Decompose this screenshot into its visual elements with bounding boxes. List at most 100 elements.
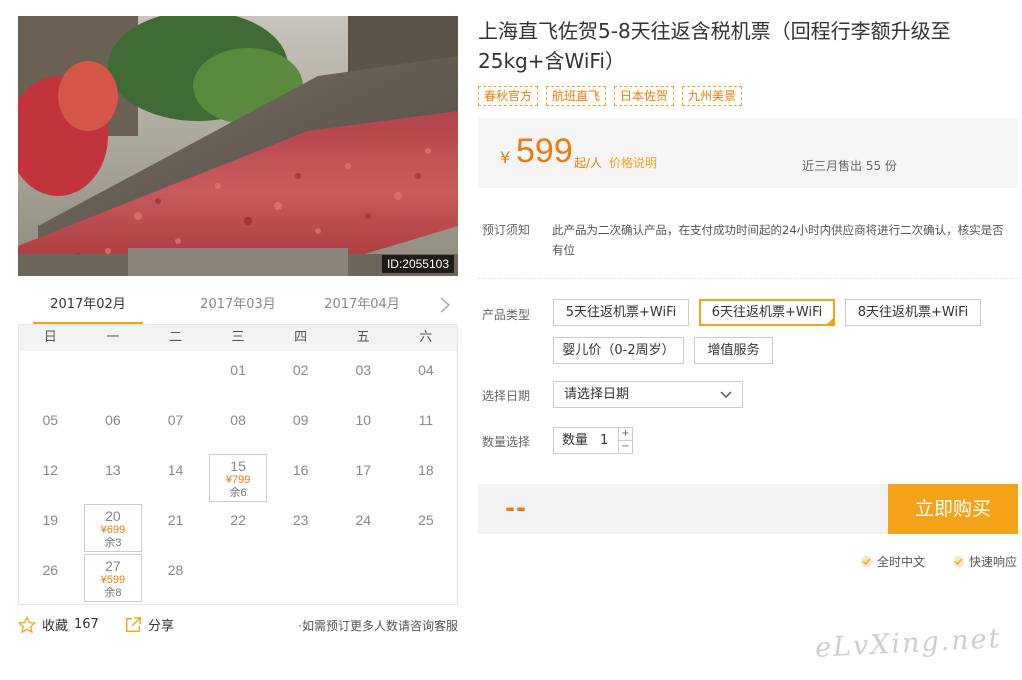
calendar-day: 02: [272, 354, 330, 402]
weekday-label: 一: [106, 330, 120, 345]
check-circle-icon: [860, 555, 873, 568]
share-label: 分享: [148, 619, 175, 634]
weekday-label: 六: [419, 330, 433, 345]
price-unit: 起/人: [574, 156, 603, 170]
tab-month-apr[interactable]: 2017年04月: [292, 288, 432, 325]
weekday-label: 五: [356, 330, 370, 345]
calendar-day: 28: [147, 554, 205, 602]
quantity-field-label: 数量: [562, 433, 589, 448]
calendar-day: 01: [209, 354, 267, 402]
quantity-stepper[interactable]: 数量 1 + −: [553, 427, 633, 454]
quantity-label: 数量选择: [482, 435, 531, 449]
day-number: 15: [230, 458, 246, 474]
tab-month-mar[interactable]: 2017年03月: [168, 288, 308, 325]
day-number: 04: [418, 362, 434, 378]
guarantee-label: 全时中文: [877, 555, 926, 569]
guarantee-label: 快速响应: [969, 555, 1018, 569]
calendar-day: 05: [21, 404, 79, 452]
option-5day[interactable]: 5天往返机票+WiFi: [553, 299, 689, 326]
guarantee-item: 快速响应: [952, 553, 1017, 570]
quantity-value[interactable]: 1: [600, 428, 620, 453]
total-price: --: [505, 494, 527, 522]
favorite-button[interactable]: 收藏 167: [18, 615, 99, 634]
autumn-leaves-roof-image: [18, 16, 458, 276]
day-number: 26: [42, 562, 59, 578]
calendar-day: 23: [272, 504, 330, 552]
day-number: 10: [355, 412, 372, 428]
price-calendar: 日 一 二 三 四 五 六 01 02 03 04 05 06 07 08 09 10 11 12 13…: [18, 324, 458, 605]
action-row: 收藏 167 分享 ·如需预订更多人数请咨询客服: [18, 615, 458, 635]
calendar-day: 14: [147, 454, 205, 502]
calendar-day: 17: [334, 454, 392, 502]
option-8day[interactable]: 8天往返机票+WiFi: [845, 299, 981, 326]
calendar-day-available[interactable]: 27 ¥599 余8: [83, 554, 142, 602]
day-price: ¥799: [225, 474, 251, 486]
tag-badge: 航班直飞: [546, 86, 607, 106]
day-number: 24: [355, 512, 372, 528]
day-number: 21: [167, 512, 184, 528]
calendar-day: 22: [209, 504, 267, 552]
calendar-day: 24: [334, 504, 392, 552]
chevron-down-icon: [720, 391, 732, 399]
calendar-day: 16: [272, 454, 330, 502]
calendar-day-available[interactable]: 20 ¥699 余3: [83, 504, 142, 552]
increment-button[interactable]: +: [619, 428, 632, 440]
calendar-day: 21: [147, 504, 205, 552]
tag-badge: 日本佐贺: [614, 86, 675, 106]
weekday-label: 二: [168, 330, 182, 345]
calendar-day: 26: [21, 554, 79, 602]
tag-badge: 春秋官方: [478, 86, 539, 106]
purchase-bar: -- 立即购买: [478, 484, 1018, 534]
check-circle-icon: [952, 555, 965, 568]
day-number: 19: [42, 512, 59, 528]
notice-text: 此产品为二次确认产品，在支付成功时间起的24小时内供应商将进行二次确认，核实是否…: [552, 223, 1004, 257]
day-number: 18: [418, 462, 434, 478]
option-6day[interactable]: 6天往返机票+WiFi ✓: [699, 299, 835, 326]
divider: [478, 278, 1018, 279]
consult-note: ·如需预订更多人数请咨询客服: [298, 619, 458, 633]
chevron-right-icon[interactable]: [438, 296, 452, 314]
day-number: 22: [230, 512, 246, 528]
sold-count: 近三月售出 55 份: [802, 159, 897, 173]
day-number: 07: [167, 412, 184, 428]
calendar-day: 06: [84, 404, 142, 452]
tag-badge: 九州美景: [682, 86, 743, 106]
buy-now-button[interactable]: 立即购买: [888, 484, 1018, 534]
day-number: 12: [42, 462, 59, 478]
day-number: 25: [418, 512, 434, 528]
decrement-button[interactable]: −: [619, 440, 632, 452]
option-addon-service[interactable]: 增值服务: [694, 337, 773, 364]
day-remaining: 余3: [104, 537, 122, 549]
weekday-header: 日 一 二 三 四 五 六: [19, 325, 457, 351]
photo-id-badge: ID:2055103: [381, 255, 454, 273]
day-number: 06: [105, 412, 121, 428]
day-price: ¥599: [100, 574, 126, 586]
favorite-count: 167: [74, 617, 99, 632]
calendar-day-available[interactable]: 15 ¥799 余6: [209, 454, 268, 502]
check-icon: ✓: [827, 317, 833, 325]
date-select[interactable]: 请选择日期: [553, 381, 743, 408]
day-number: 02: [292, 362, 309, 378]
weekday-label: 日: [43, 330, 57, 345]
product-photo: ID:2055103: [18, 16, 458, 276]
day-number: 16: [292, 462, 309, 478]
weekday-label: 四: [294, 330, 308, 345]
guarantee-item: 全时中文: [860, 553, 925, 570]
option-infant[interactable]: 婴儿价（0-2周岁）: [553, 337, 684, 364]
price-explanation-link[interactable]: 价格说明: [609, 154, 657, 171]
calendar-day: 08: [209, 404, 267, 452]
day-number: 11: [418, 412, 434, 428]
tab-month-feb[interactable]: 2017年02月: [18, 288, 158, 325]
share-button[interactable]: 分享: [124, 615, 174, 634]
star-icon: [18, 615, 36, 633]
calendar-day: 12: [21, 454, 79, 502]
day-number: 05: [42, 412, 59, 428]
price-amount: 599: [516, 132, 573, 170]
notice-label: 预订须知: [482, 223, 531, 237]
calendar-day: 13: [84, 454, 142, 502]
calendar-day: 25: [397, 504, 455, 552]
day-number: 23: [292, 512, 309, 528]
day-number: 09: [292, 412, 309, 428]
day-price: ¥699: [100, 524, 126, 536]
product-title: 上海直飞佐贺5-8天往返含税机票（回程行李额升级至25kg+含WiFi）: [478, 19, 951, 73]
